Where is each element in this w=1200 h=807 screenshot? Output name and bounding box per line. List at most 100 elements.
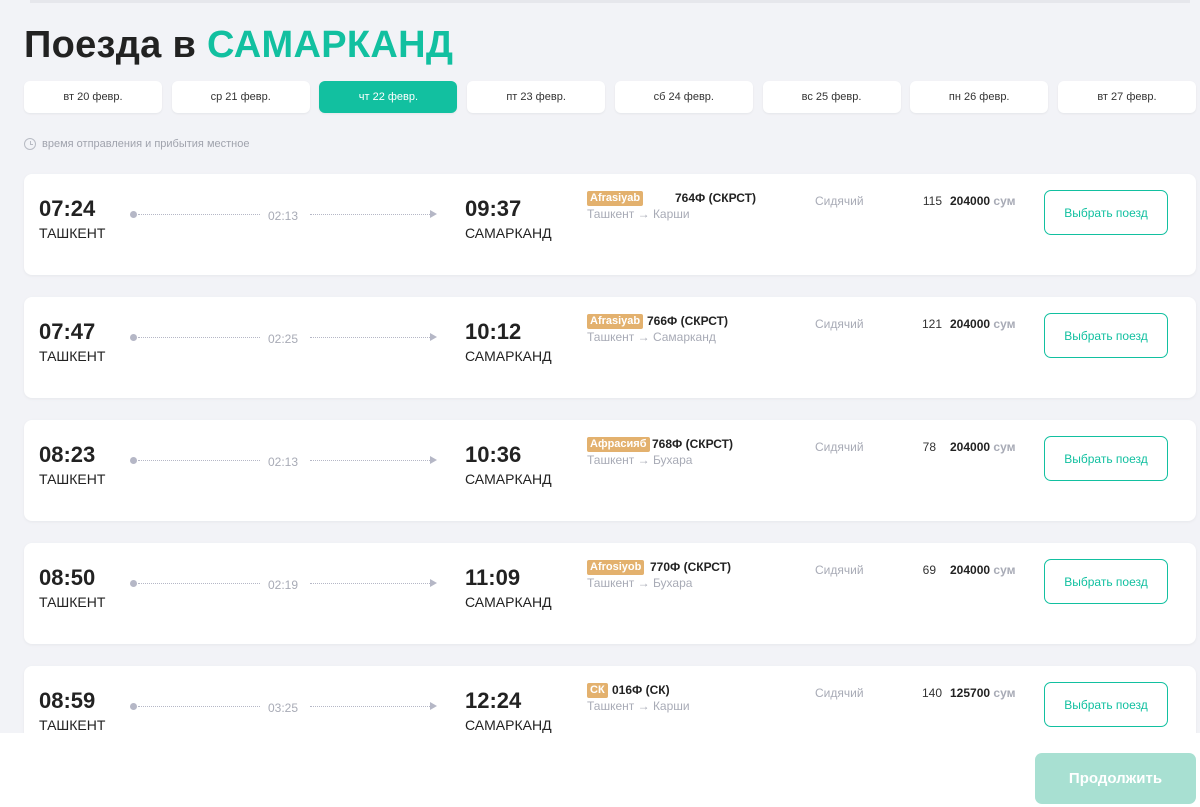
train-card: 07:24 ТАШКЕНТ 02:13 09:37 САМАРКАНД Afra… [24,174,1196,275]
travel-duration: 03:25 [268,701,299,715]
arrival-time: 11:09 [465,565,521,590]
available-seats: 69 [922,563,936,577]
ticket-price: 204000 сум [950,194,1015,208]
departure-time: 08:50 [39,565,96,590]
price-value: 125700 [950,686,991,700]
train-card: 07:47 ТАШКЕНТ 02:25 10:12 САМАРКАНД Afra… [24,297,1196,398]
date-tab-6[interactable]: пн 26 февр. [910,81,1049,113]
train-number: 016Ф (СК) [612,683,670,697]
train-route: Ташкент → Бухара [587,576,693,590]
departure-time: 07:47 [39,319,96,344]
price-value: 204000 [950,317,991,331]
train-route: Ташкент → Карши [587,207,690,221]
arrival-city: САМАРКАНД [465,717,552,733]
ticket-price: 204000 сум [950,440,1015,454]
route-dash [138,583,260,584]
train-brand-badge: Afrasiyab [587,314,644,329]
arrow-right-icon [430,702,437,710]
date-tab-5[interactable]: вс 25 февр. [762,81,901,113]
route-dash [138,706,260,707]
route-start-dot [130,703,137,710]
page-title-city: САМАРКАНД [206,24,454,66]
departure-time: 07:24 [39,196,96,221]
arrival-city: САМАРКАНД [465,225,552,241]
choose-train-button[interactable]: Выбрать поезд [1044,313,1168,358]
departure-city: ТАШКЕНТ [39,594,106,610]
car-class: Сидячий [815,440,864,454]
train-brand-badge: Afrasiyab [587,191,644,206]
route-dash [138,460,260,461]
route-dash [310,337,430,338]
route-dash [310,583,430,584]
price-currency: сум [993,440,1016,454]
date-tab-1[interactable]: ср 21 февр. [171,81,310,113]
price-currency: сум [993,317,1016,331]
date-tab-2[interactable]: чт 22 февр. [319,81,458,113]
car-class: Сидячий [815,317,864,331]
arrival-city: САМАРКАНД [465,348,552,364]
arrow-right-icon [430,210,437,218]
choose-train-button[interactable]: Выбрать поезд [1044,436,1168,481]
train-route: Ташкент → Самарканд [587,330,716,344]
local-time-note-text: время отправления и прибытия местное [42,138,250,150]
train-number: 764Ф (СКРСТ) [675,191,756,205]
arrival-time: 10:36 [465,442,522,467]
available-seats: 115 [922,194,942,208]
arrival-time: 10:12 [465,319,522,344]
travel-duration: 02:19 [268,578,299,592]
choose-train-button[interactable]: Выбрать поезд [1044,559,1168,604]
price-currency: сум [993,563,1016,577]
continue-button[interactable]: Продолжить [1035,753,1196,804]
date-tab-3[interactable]: пт 23 февр. [467,81,606,113]
available-seats: 78 [922,440,936,454]
departure-city: ТАШКЕНТ [39,471,106,487]
departure-city: ТАШКЕНТ [39,717,106,733]
arrival-time: 12:24 [465,688,522,713]
arrow-right-icon [430,333,437,341]
arrow-right-icon [430,456,437,464]
route-dash [138,337,260,338]
arrow-right-icon [430,579,437,587]
route-start-dot [130,580,137,587]
choose-train-button[interactable]: Выбрать поезд [1044,682,1168,727]
train-list: 07:24 ТАШКЕНТ 02:13 09:37 САМАРКАНД Afra… [24,174,1196,789]
route-start-dot [130,334,137,341]
train-number: 766Ф (СКРСТ) [647,314,728,328]
train-route: Ташкент → Бухара [587,453,693,467]
route-dash [310,460,430,461]
train-card: 08:23 ТАШКЕНТ 02:13 10:36 САМАРКАНД Афра… [24,420,1196,521]
train-brand-badge: Afrosiyob [587,560,645,575]
travel-duration: 02:25 [268,332,299,346]
price-currency: сум [993,686,1016,700]
page-title-prefix: Поезда в [24,24,197,66]
clock-icon [24,138,36,150]
arrival-city: САМАРКАНД [465,471,552,487]
train-brand-badge: СК [587,683,608,698]
price-value: 204000 [950,563,991,577]
train-number: 770Ф (СКРСТ) [650,560,731,574]
price-currency: сум [993,194,1016,208]
route-dash [310,214,430,215]
departure-time: 08:23 [39,442,96,467]
choose-train-button[interactable]: Выбрать поезд [1044,190,1168,235]
date-tab-0[interactable]: вт 20 февр. [24,81,162,113]
arrival-city: САМАРКАНД [465,594,552,610]
route-dash [138,214,260,215]
car-class: Сидячий [815,194,864,208]
footer-bar: Продолжить [0,733,1200,807]
date-tabs: вт 20 февр. ср 21 февр. чт 22 февр. пт 2… [24,81,1196,113]
date-tab-4[interactable]: сб 24 февр. [614,81,753,113]
price-value: 204000 [950,440,991,454]
available-seats: 140 [921,686,942,700]
available-seats: 121 [921,317,942,331]
travel-duration: 02:13 [268,455,299,469]
train-card: 08:50 ТАШКЕНТ 02:19 11:09 САМАРКАНД Afro… [24,543,1196,644]
arrival-time: 09:37 [465,196,522,221]
departure-city: ТАШКЕНТ [39,348,106,364]
ticket-price: 204000 сум [950,563,1015,577]
train-route: Ташкент → Карши [587,699,690,713]
travel-duration: 02:13 [268,209,299,223]
local-time-note: время отправления и прибытия местное [24,138,249,150]
date-tab-7[interactable]: вт 27 февр. [1057,81,1196,113]
ticket-price: 125700 сум [950,686,1015,700]
